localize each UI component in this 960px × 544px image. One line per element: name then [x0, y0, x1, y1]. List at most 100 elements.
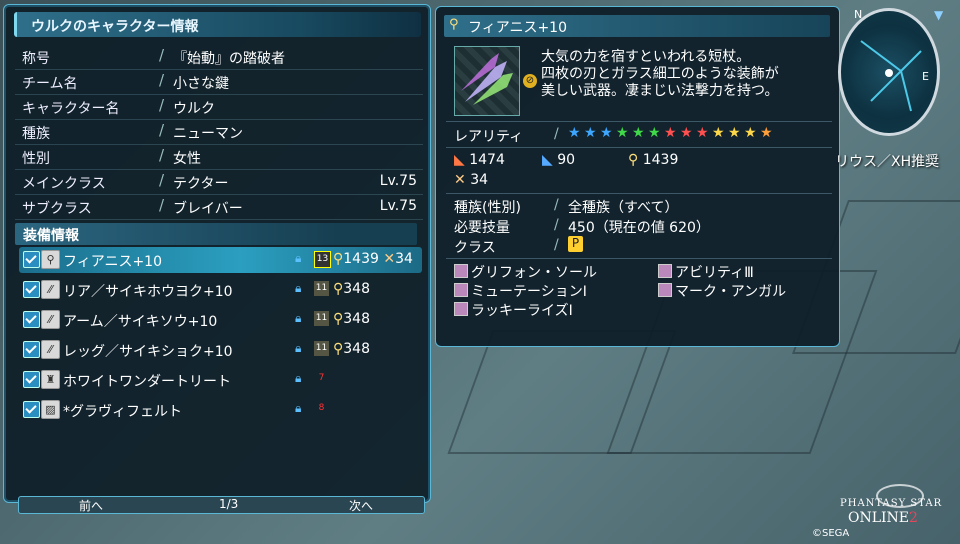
minimap[interactable]: N E	[838, 4, 940, 136]
element-badge: 11	[314, 311, 329, 326]
rarity-star-icon: ★	[648, 125, 661, 141]
lock-icon: 🔒︎	[295, 401, 302, 415]
rarity-label: レアリティ	[454, 129, 524, 145]
check-icon[interactable]	[23, 341, 40, 358]
equipment-name: ホワイトワンダートリート	[63, 374, 231, 390]
affix-icon	[658, 283, 672, 297]
lock-icon: 🔒︎	[295, 251, 302, 265]
info-row-team: チーム名 / 小さな鍵	[15, 70, 423, 95]
info-label: チーム名	[22, 76, 78, 92]
chevron-down-icon[interactable]: ▼	[934, 8, 943, 22]
range-icon: ◣	[542, 152, 553, 168]
pager: 前へ 1/3 次へ	[18, 496, 425, 514]
check-icon[interactable]	[23, 251, 40, 268]
element-icon: ✕	[454, 172, 466, 188]
element-value: ✕ 34	[454, 172, 489, 188]
affix-1: グリフォン・ソール	[454, 262, 597, 282]
strike-attack: ◣ 1474	[454, 152, 505, 168]
game-logo: PHANTASY STAR ONLINE2	[840, 470, 958, 530]
check-icon[interactable]	[23, 401, 40, 418]
info-value: ブレイバー	[173, 201, 243, 217]
lock-icon: 🔒︎	[295, 371, 302, 385]
rarity-star-icon: ★	[616, 125, 629, 141]
strike-icon: ◣	[454, 152, 465, 168]
affix-icon	[454, 283, 468, 297]
affix-icon	[658, 264, 672, 278]
star-badge: 7	[318, 373, 325, 383]
equipment-name: レッグ／サイキショク+10	[63, 344, 233, 360]
info-label: 性別	[22, 151, 50, 167]
element-badge: 11	[314, 281, 329, 296]
affix-icon	[454, 264, 468, 278]
item-title: フィアニス+10	[468, 20, 567, 36]
north-icon: N	[854, 8, 863, 21]
lock-icon: 🔒︎	[295, 311, 302, 325]
info-row-title: 称号 / 『始動』の踏破者	[15, 45, 423, 70]
item-title-bar: ⚲ フィアニス+10	[444, 15, 830, 37]
info-label: 称号	[22, 51, 50, 67]
equipment-name: アーム／サイキソウ+10	[63, 314, 218, 330]
leg-unit-icon: ⁄⁄	[41, 340, 60, 359]
affix-2: アビリティⅢ	[658, 262, 754, 282]
equipment-attack: ⚲1439 ✕34	[333, 251, 413, 267]
equipment-row-leg[interactable]: ⁄⁄ レッグ／サイキショク+10 🔒︎ 11 ⚲348	[19, 337, 422, 363]
rarity-star-icon: ★	[696, 125, 709, 141]
equipment-name: リア／サイキホウヨク+10	[63, 284, 233, 300]
item-description: 大気の力を宿すといわれる短杖。 四枚の刃とガラス細工のような装飾が 美しい武器。…	[541, 49, 779, 99]
inner-wear-icon: ▨	[41, 400, 60, 419]
equipment-attack: ⚲348	[333, 341, 370, 357]
equipment-row-weapon[interactable]: ⚲ フィアニス+10 🔒︎ 13 ⚲1439 ✕34	[19, 247, 422, 273]
rarity-star-icon: ★	[712, 125, 725, 141]
affix-icon	[454, 302, 468, 316]
equipment-name: *グラヴィフェルト	[63, 404, 182, 420]
check-icon[interactable]	[23, 281, 40, 298]
weapon-image	[461, 53, 513, 105]
page-indicator: 1/3	[219, 497, 239, 511]
info-label: 種族	[22, 126, 50, 142]
info-label: キャラクター名	[22, 101, 120, 117]
sub-class-level: Lv.75	[379, 198, 417, 214]
class-label: クラス	[454, 240, 496, 256]
equipment-attack: ⚲348	[333, 311, 370, 327]
east-icon: E	[922, 70, 929, 83]
tech-icon: ⚲	[628, 152, 639, 168]
lock-icon: 🔒︎	[295, 341, 302, 355]
info-value: テクター	[173, 176, 229, 192]
costume-icon: ♜	[41, 370, 60, 389]
logo-ring	[876, 484, 924, 508]
character-info-window: ウルクのキャラクター情報 称号 / 『始動』の踏破者 チーム名 / 小さな鍵 キャラ…	[3, 4, 431, 503]
equipment-row-rear[interactable]: ⁄⁄ リア／サイキホウヨク+10 🔒︎ 11 ⚲348	[19, 277, 422, 303]
requirement-label: 必要技量	[454, 220, 510, 236]
equipment-row-arm[interactable]: ⁄⁄ アーム／サイキソウ+10 🔒︎ 11 ⚲348	[19, 307, 422, 333]
rarity-star-icon: ★	[632, 125, 645, 141]
info-value: 小さな鍵	[173, 76, 229, 92]
wand-icon: ⚲	[449, 17, 459, 32]
star-badge: 8	[318, 403, 325, 413]
prev-button[interactable]: 前へ	[79, 497, 103, 514]
affix-5: ラッキーライズⅠ	[454, 300, 573, 320]
equipment-row-costume[interactable]: ♜ ホワイトワンダートリート 🔒︎ 7	[19, 367, 422, 393]
affix-3: ミューテーションⅠ	[454, 281, 587, 301]
rarity-star-icon: ★	[664, 125, 677, 141]
rarity-star-icon: ★	[584, 125, 597, 141]
info-value: 女性	[173, 151, 201, 167]
range-attack: ◣ 90	[542, 152, 576, 168]
element-badge: 13	[314, 251, 331, 268]
rarity-star-icon: ★	[728, 125, 741, 141]
race-label: 種族(性別)	[454, 200, 521, 216]
rarity-star-icon: ★	[744, 125, 757, 141]
info-row-gender: 性別 / 女性	[15, 145, 423, 170]
equipment-row-innerwear[interactable]: ▨ *グラヴィフェルト 🔒︎ 8	[19, 397, 422, 423]
no-entry-icon: ⊘	[523, 74, 537, 88]
next-button[interactable]: 次へ	[349, 497, 373, 514]
info-row-name: キャラクター名 / ウルク	[15, 95, 423, 120]
info-row-sub-class: サブクラス / ブレイバー Lv.75	[15, 195, 423, 220]
check-icon[interactable]	[23, 311, 40, 328]
item-detail-window: ⚲ フィアニス+10 ⊘ 大気の力を宿すといわれる短杖。 四枚の刃とガラス細工の…	[435, 6, 840, 347]
main-class-level: Lv.75	[379, 173, 417, 189]
character-window-title: ウルクのキャラクター情報	[31, 19, 199, 35]
info-label: サブクラス	[22, 201, 92, 217]
info-value: 『始動』の踏破者	[173, 51, 285, 67]
check-icon[interactable]	[23, 371, 40, 388]
rarity-star-icon: ★	[600, 125, 613, 141]
